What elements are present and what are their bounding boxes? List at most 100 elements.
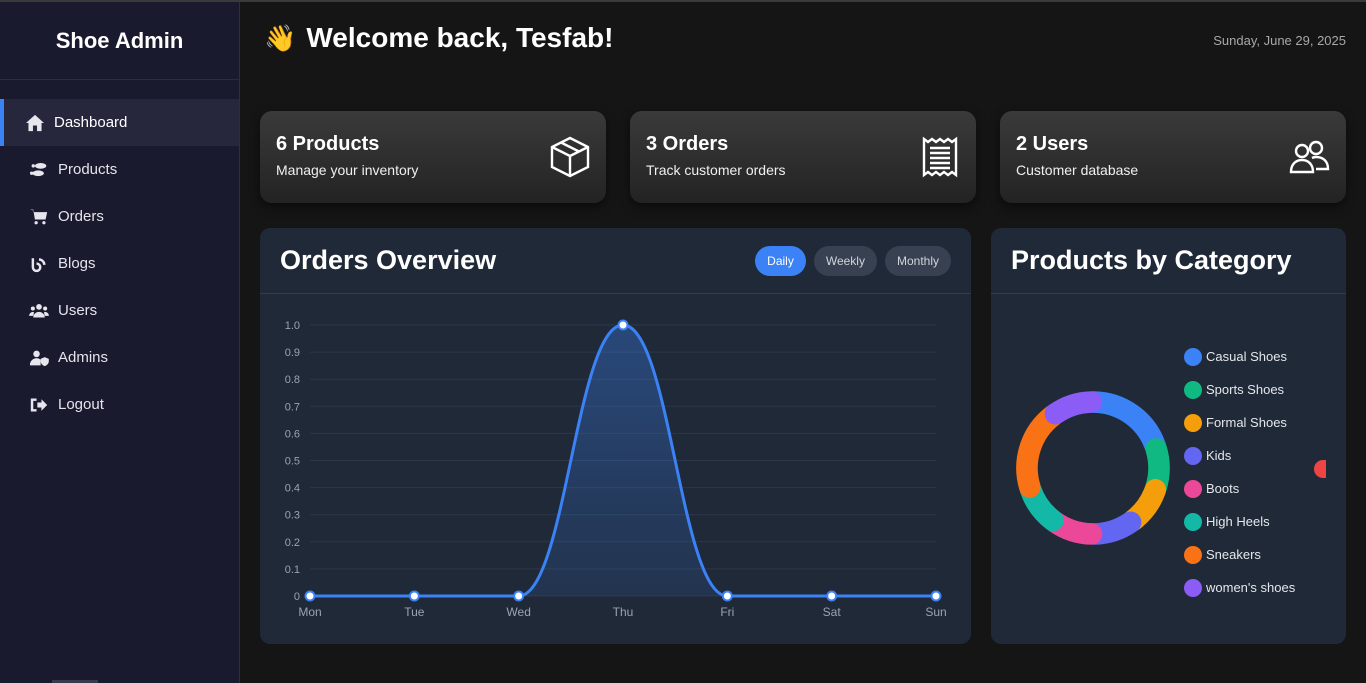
- sidebar-item-blogs[interactable]: Blogs: [0, 240, 239, 287]
- logout-icon: [28, 395, 50, 415]
- data-point[interactable]: [513, 590, 525, 602]
- legend-label: Kids: [1206, 448, 1232, 463]
- legend-swatch: [1184, 413, 1202, 432]
- sidebar-item-label: Admins: [58, 349, 109, 366]
- legend-swatch: [1184, 578, 1202, 597]
- sidebar-item-dashboard[interactable]: Dashboard: [0, 99, 239, 146]
- blog-icon: [28, 254, 50, 274]
- users-outline-icon: [1288, 135, 1332, 179]
- x-tick-label: Tue: [404, 605, 425, 619]
- sidebar-item-orders[interactable]: Orders: [0, 193, 239, 240]
- cart-icon: [28, 207, 50, 227]
- y-tick-label: 0.6: [285, 428, 300, 440]
- stat-card-products[interactable]: 6 Products Manage your inventory: [260, 111, 606, 203]
- legend-item[interactable]: Sports Shoes: [1184, 373, 1295, 406]
- legend-item[interactable]: Boots: [1184, 472, 1295, 505]
- card-header: Products by Category: [991, 228, 1346, 294]
- y-tick-label: 1.0: [285, 320, 300, 332]
- x-tick-label: Mon: [298, 605, 321, 619]
- stat-card-users[interactable]: 2 Users Customer database: [1000, 111, 1346, 203]
- legend-item[interactable]: Casual Shoes: [1184, 340, 1295, 373]
- y-tick-label: 0: [294, 591, 300, 603]
- sidebar-item-label: Products: [58, 161, 118, 178]
- legend-item[interactable]: Sneakers: [1184, 538, 1295, 571]
- current-date: Sunday, June 29, 2025: [1213, 33, 1346, 48]
- sidebar-item-label: Blogs: [58, 255, 96, 272]
- welcome-text: Welcome back, Tesfab!: [306, 22, 614, 53]
- stat-title: 6 Products: [276, 133, 380, 155]
- tab-weekly[interactable]: Weekly: [813, 245, 877, 276]
- legend-swatch: [1184, 380, 1202, 399]
- sidebar-item-label: Dashboard: [54, 114, 128, 131]
- legend-item[interactable]: women's shoes: [1184, 571, 1295, 604]
- x-tick-label: Thu: [613, 605, 634, 619]
- tab-monthly[interactable]: Monthly: [884, 245, 951, 276]
- category-donut-chart: [1016, 391, 1170, 545]
- legend-swatch: [1184, 347, 1202, 366]
- category-card: Products by Category Casual Shoes Sports …: [991, 228, 1346, 644]
- user-shield-icon: [28, 348, 50, 368]
- legend-item[interactable]: High Heels: [1184, 505, 1295, 538]
- page-title: 👋 Welcome back, Tesfab!: [264, 22, 613, 54]
- y-tick-label: 0.5: [285, 456, 300, 468]
- sidebar-item-label: Users: [58, 302, 98, 319]
- legend-item[interactable]: Formal Shoes: [1184, 406, 1295, 439]
- y-tick-label: 0.8: [285, 374, 300, 386]
- home-icon: [24, 113, 46, 133]
- y-tick-label: 0.9: [285, 347, 300, 359]
- donut-slice[interactable]: [1083, 391, 1167, 457]
- legend-label: High Heels: [1206, 514, 1270, 529]
- waving-hand-icon: 👋: [264, 22, 297, 53]
- sidebar-nav: Dashboard Products Orders Blogs Users Ad…: [0, 99, 239, 428]
- legend-label: Sports Shoes: [1206, 382, 1285, 397]
- stat-subtitle: Customer database: [1016, 162, 1139, 178]
- card-title: Products by Category: [1011, 245, 1292, 275]
- x-tick-label: Sun: [925, 605, 946, 619]
- stat-title: 2 Users: [1016, 133, 1089, 155]
- y-tick-label: 0.2: [285, 537, 300, 549]
- sidebar-item-label: Orders: [58, 208, 104, 225]
- legend-item[interactable]: Kids: [1184, 439, 1295, 472]
- x-tick-label: Wed: [506, 605, 530, 619]
- chart-legend: Casual Shoes Sports Shoes Formal Shoes Kids…: [1184, 340, 1295, 604]
- data-point[interactable]: [930, 590, 942, 602]
- box-icon: [548, 135, 592, 179]
- legend-label: Sneakers: [1206, 547, 1261, 562]
- data-point[interactable]: [721, 590, 733, 602]
- donut-slice[interactable]: [1044, 391, 1103, 425]
- legend-overflow-marker: [1314, 460, 1326, 478]
- sidebar-item-users[interactable]: Users: [0, 287, 239, 334]
- y-tick-label: 0.4: [285, 483, 300, 495]
- sidebar: Shoe Admin Dashboard Products Orders Blo…: [0, 2, 240, 683]
- legend-swatch: [1184, 479, 1202, 498]
- stat-title: 3 Orders: [646, 133, 729, 155]
- orders-line-chart: 0 0.1 0.2 0.3 0.4 0.5 0.6 0.7 0.8 0.9 1.0 Mon Tue Wed…: [285, 319, 947, 619]
- users-icon: [28, 301, 50, 321]
- brand-title: Shoe Admin: [0, 2, 239, 80]
- card-header: Orders Overview Daily Weekly Monthly: [260, 228, 971, 294]
- card-title: Orders Overview: [280, 245, 497, 275]
- y-tick-label: 0.3: [285, 510, 300, 522]
- legend-swatch: [1184, 512, 1202, 531]
- x-tick-label: Sat: [823, 605, 842, 619]
- y-tick-label: 0.1: [285, 564, 300, 576]
- sidebar-item-logout[interactable]: Logout: [0, 381, 239, 428]
- sidebar-item-products[interactable]: Products: [0, 146, 239, 193]
- stat-card-orders[interactable]: 3 Orders Track customer orders: [630, 111, 976, 203]
- data-point[interactable]: [304, 590, 316, 602]
- sidebar-item-admins[interactable]: Admins: [0, 334, 239, 381]
- tab-daily[interactable]: Daily: [755, 245, 806, 276]
- y-tick-label: 0.7: [285, 401, 300, 413]
- sidebar-item-label: Logout: [58, 396, 104, 413]
- receipt-icon: [918, 135, 962, 179]
- data-point[interactable]: [617, 319, 629, 331]
- stat-subtitle: Manage your inventory: [276, 162, 419, 178]
- period-tabs: Daily Weekly Monthly: [755, 245, 951, 276]
- orders-overview-card: Orders Overview Daily Weekly Monthly 0 0.…: [260, 228, 971, 644]
- legend-swatch: [1184, 446, 1202, 465]
- data-point[interactable]: [826, 590, 838, 602]
- donut-slice[interactable]: [1016, 404, 1064, 498]
- legend-label: Boots: [1206, 481, 1240, 496]
- data-point[interactable]: [408, 590, 420, 602]
- legend-label: Casual Shoes: [1206, 349, 1287, 364]
